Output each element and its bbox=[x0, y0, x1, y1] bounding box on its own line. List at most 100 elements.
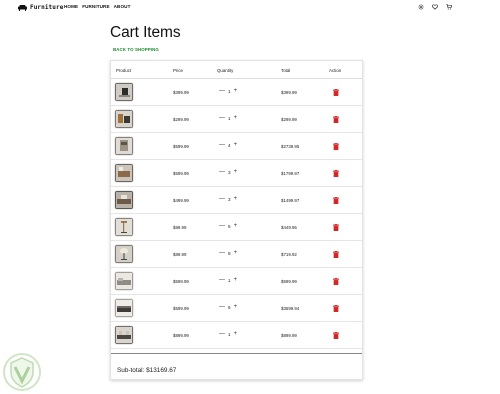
increase-quantity-button[interactable]: + bbox=[234, 331, 238, 337]
quantity-stepper: — 6 + bbox=[219, 304, 237, 310]
row-total: $2739.95 bbox=[281, 144, 300, 149]
row-total: $599.99 bbox=[281, 279, 297, 284]
trash-icon[interactable] bbox=[333, 305, 339, 312]
heart-icon[interactable] bbox=[432, 4, 438, 10]
table-row: $599.99 — 6 + $3599.94 bbox=[111, 295, 362, 322]
decrease-quantity-button[interactable]: — bbox=[219, 223, 225, 229]
back-to-shopping-link[interactable]: BACK TO SHOPPING bbox=[113, 47, 159, 52]
cart-icon[interactable] bbox=[446, 4, 452, 10]
decrease-quantity-button[interactable]: — bbox=[219, 196, 225, 202]
quantity-value: 4 bbox=[228, 142, 231, 148]
table-row: $399.99 — 1 + $399.99 bbox=[111, 79, 362, 106]
nav-link-about[interactable]: ABOUT bbox=[114, 4, 131, 9]
increase-quantity-button[interactable]: + bbox=[234, 223, 238, 229]
nav-link-furniture[interactable]: FURNITURE bbox=[82, 4, 109, 9]
quantity-stepper: — 8 + bbox=[219, 250, 237, 256]
row-total: $299.99 bbox=[281, 117, 297, 122]
quantity-stepper: — 1 + bbox=[219, 331, 237, 337]
table-row: $899.99 — 1 + $899.99 bbox=[111, 322, 362, 349]
row-price: $89.99 bbox=[173, 225, 187, 230]
quantity-value: 1 bbox=[228, 277, 231, 283]
table-row: $599.99 — 3 + $1799.97 bbox=[111, 160, 362, 187]
decrease-quantity-button[interactable]: — bbox=[219, 88, 225, 94]
brand-name: Furniture bbox=[30, 4, 64, 11]
trash-icon[interactable] bbox=[333, 197, 339, 204]
quantity-value: 1 bbox=[228, 331, 231, 337]
trash-icon[interactable] bbox=[333, 332, 339, 339]
row-price: $599.99 bbox=[173, 306, 189, 311]
product-image bbox=[115, 245, 133, 263]
increase-quantity-button[interactable]: + bbox=[234, 196, 238, 202]
row-price: $899.99 bbox=[173, 333, 189, 338]
row-price: $399.99 bbox=[173, 90, 189, 95]
row-total: $3599.94 bbox=[281, 306, 300, 311]
header-price: Price bbox=[173, 68, 184, 73]
trash-icon[interactable] bbox=[333, 143, 339, 150]
row-total: $899.99 bbox=[281, 333, 297, 338]
decrease-quantity-button[interactable]: — bbox=[219, 331, 225, 337]
decrease-quantity-button[interactable]: — bbox=[219, 115, 225, 121]
gear-icon[interactable] bbox=[418, 4, 424, 10]
quantity-stepper: — 1 + bbox=[219, 88, 237, 94]
quantity-stepper: — 4 + bbox=[219, 142, 237, 148]
table-row: $599.99 — 4 + $2739.95 bbox=[111, 133, 362, 160]
table-row: $89.99 — 8 + $719.92 bbox=[111, 241, 362, 268]
trash-icon[interactable] bbox=[333, 251, 339, 258]
quantity-value: 6 bbox=[228, 304, 231, 310]
decrease-quantity-button[interactable]: — bbox=[219, 277, 225, 283]
product-image bbox=[115, 191, 133, 209]
product-image bbox=[115, 110, 133, 128]
quantity-value: 5 bbox=[228, 223, 231, 229]
trash-icon[interactable] bbox=[333, 170, 339, 177]
row-total: $1499.97 bbox=[281, 198, 300, 203]
increase-quantity-button[interactable]: + bbox=[234, 88, 238, 94]
quantity-stepper: — 1 + bbox=[219, 115, 237, 121]
page-title: Cart Items bbox=[110, 24, 181, 41]
row-price: $599.99 bbox=[173, 144, 189, 149]
product-image bbox=[115, 272, 133, 290]
product-image bbox=[115, 137, 133, 155]
trash-icon[interactable] bbox=[333, 116, 339, 123]
product-image bbox=[115, 326, 133, 344]
header-product: Product bbox=[116, 68, 132, 73]
brand[interactable]: Furniture bbox=[18, 4, 63, 11]
nav-link-home[interactable]: HOME bbox=[64, 4, 78, 9]
table-row: $299.99 — 1 + $299.99 bbox=[111, 106, 362, 133]
cart-table: Product Price Quantity Total Action $399… bbox=[110, 60, 363, 380]
row-price: $599.99 bbox=[173, 279, 189, 284]
subtotal-divider bbox=[111, 353, 362, 354]
table-header: Product Price Quantity Total Action bbox=[111, 61, 362, 79]
row-total: $399.99 bbox=[281, 90, 297, 95]
row-price: $599.99 bbox=[173, 171, 189, 176]
shield-logo-icon bbox=[3, 353, 41, 391]
decrease-quantity-button[interactable]: — bbox=[219, 142, 225, 148]
quantity-value: 1 bbox=[228, 115, 231, 121]
table-row: $499.99 — 3 + $1499.97 bbox=[111, 187, 362, 214]
row-price: $299.99 bbox=[173, 117, 189, 122]
decrease-quantity-button[interactable]: — bbox=[219, 169, 225, 175]
decrease-quantity-button[interactable]: — bbox=[219, 304, 225, 310]
increase-quantity-button[interactable]: + bbox=[234, 169, 238, 175]
row-total: $1799.97 bbox=[281, 171, 300, 176]
product-image bbox=[115, 299, 133, 317]
row-price: $499.99 bbox=[173, 198, 189, 203]
quantity-stepper: — 1 + bbox=[219, 277, 237, 283]
row-price: $89.99 bbox=[173, 252, 187, 257]
nav-icons bbox=[418, 4, 452, 10]
product-image bbox=[115, 83, 133, 101]
increase-quantity-button[interactable]: + bbox=[234, 115, 238, 121]
navbar: Furniture HOME FURNITURE ABOUT bbox=[0, 0, 500, 16]
header-quantity: Quantity bbox=[217, 68, 234, 73]
quantity-stepper: — 3 + bbox=[219, 196, 237, 202]
increase-quantity-button[interactable]: + bbox=[234, 142, 238, 148]
trash-icon[interactable] bbox=[333, 89, 339, 96]
increase-quantity-button[interactable]: + bbox=[234, 304, 238, 310]
decrease-quantity-button[interactable]: — bbox=[219, 250, 225, 256]
product-image bbox=[115, 164, 133, 182]
trash-icon[interactable] bbox=[333, 224, 339, 231]
increase-quantity-button[interactable]: + bbox=[234, 250, 238, 256]
increase-quantity-button[interactable]: + bbox=[234, 277, 238, 283]
product-image bbox=[115, 218, 133, 236]
quantity-value: 3 bbox=[228, 196, 231, 202]
trash-icon[interactable] bbox=[333, 278, 339, 285]
